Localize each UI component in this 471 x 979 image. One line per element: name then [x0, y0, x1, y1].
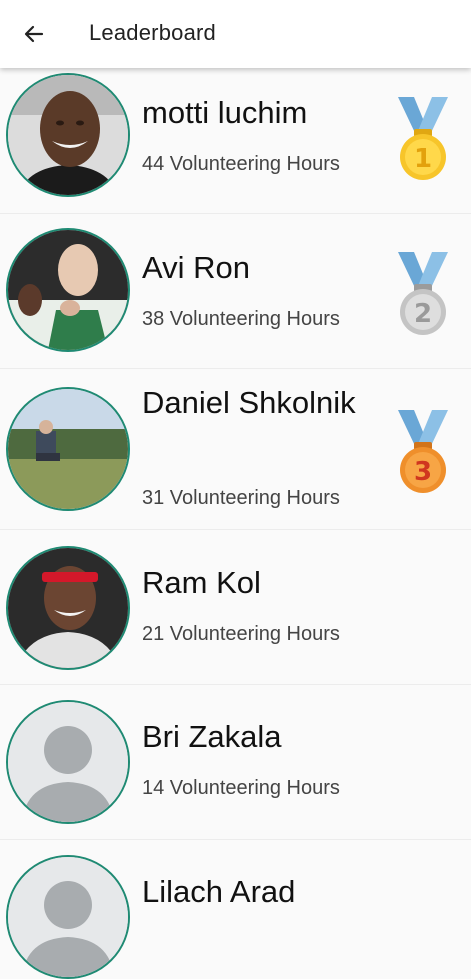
medal-number: 1: [414, 144, 432, 174]
app-bar: Leaderboard: [0, 0, 471, 68]
avatar: [6, 387, 130, 511]
volunteer-hours: 14 Volunteering Hours: [142, 777, 340, 799]
silver-medal-icon: 2: [398, 252, 448, 335]
user-name: Ram Kol: [142, 565, 261, 600]
user-name: Bri Zakala: [142, 719, 282, 754]
back-button[interactable]: [14, 14, 54, 54]
medal-number: 3: [414, 457, 432, 487]
arrow-left-icon: [24, 25, 44, 43]
volunteer-hours: 21 Volunteering Hours: [142, 623, 340, 645]
leaderboard-row[interactable]: Avi Ron 38 Volunteering Hours 2: [0, 214, 471, 369]
volunteer-hours: 44 Volunteering Hours: [142, 153, 340, 175]
default-avatar-icon: [8, 702, 128, 822]
avatar: [6, 855, 130, 979]
leaderboard-row[interactable]: Ram Kol 21 Volunteering Hours: [0, 530, 471, 685]
medal-number: 2: [414, 299, 432, 329]
user-name: Avi Ron: [142, 250, 250, 285]
gold-medal-icon: 1: [398, 97, 448, 180]
page-title: Leaderboard: [89, 20, 216, 45]
volunteer-hours: 31 Volunteering Hours: [142, 487, 340, 509]
avatar: [6, 700, 130, 824]
leaderboard-list: motti luchim 44 Volunteering Hours 1 Avi…: [0, 68, 471, 979]
leaderboard-row[interactable]: motti luchim 44 Volunteering Hours 1: [0, 68, 471, 214]
default-avatar-icon: [8, 857, 128, 977]
volunteer-hours: 38 Volunteering Hours: [142, 308, 340, 330]
avatar: [6, 228, 130, 352]
leaderboard-row[interactable]: Bri Zakala 14 Volunteering Hours: [0, 685, 471, 840]
user-name: motti luchim: [142, 95, 308, 130]
user-name: Daniel Shkolnik: [142, 385, 356, 420]
user-name: Lilach Arad: [142, 874, 296, 909]
bronze-medal-icon: 3: [398, 410, 448, 493]
leaderboard-row[interactable]: Daniel Shkolnik 31 Volunteering Hours 3: [0, 369, 471, 530]
avatar: [6, 73, 130, 197]
avatar: [6, 546, 130, 670]
